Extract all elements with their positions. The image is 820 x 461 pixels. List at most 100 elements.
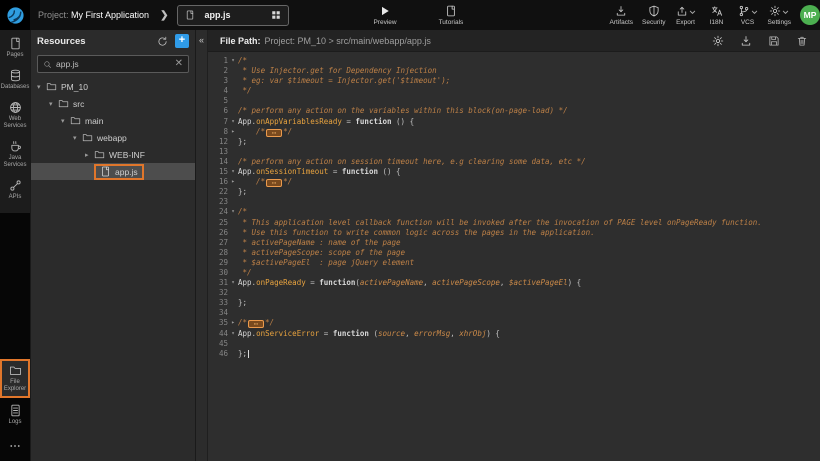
sidebar-item-apis[interactable]: APIs: [0, 179, 30, 201]
code-line[interactable]: 7▾App.onAppVariablesReady = function () …: [208, 117, 820, 127]
settings-button[interactable]: [712, 35, 724, 47]
code-line[interactable]: 3 * eg: var $timeout = Injector.get('$ti…: [208, 76, 820, 86]
resources-panel: Resources + ✕ ▾PM_10▾src▾main▾webapp▸WEB…: [30, 30, 195, 461]
fold-marker: [228, 228, 238, 238]
topbar-item-security[interactable]: Security: [642, 5, 665, 26]
code-token: $activePageEl: [509, 278, 568, 287]
line-number: 23: [208, 197, 228, 207]
tree-expand-icon[interactable]: ▾: [37, 83, 46, 91]
code-token: * Use this function to write common logi…: [238, 228, 595, 237]
folder-icon: [46, 81, 61, 92]
sidebar-item-web-services[interactable]: Web Services: [0, 101, 30, 130]
tutorials-button[interactable]: Tutorials: [439, 5, 464, 26]
code-line[interactable]: 28 * activePageScope: scope of the page: [208, 248, 820, 258]
avatar[interactable]: MP: [800, 5, 820, 25]
fold-marker[interactable]: ▸: [228, 318, 238, 328]
code-line[interactable]: 6/* perform any action on the variables …: [208, 106, 820, 116]
code-line[interactable]: 26 * Use this function to write common l…: [208, 228, 820, 238]
open-file-tab[interactable]: app.js: [177, 5, 289, 26]
code-token: ,: [423, 278, 432, 287]
topbar-item-vcs[interactable]: VCS: [737, 5, 759, 26]
fold-marker[interactable]: ▾: [228, 278, 238, 288]
code-token: (: [369, 329, 378, 338]
code-line[interactable]: 8▸ /*⋯*/: [208, 127, 820, 137]
web-icon: [9, 101, 22, 114]
code-line[interactable]: 32: [208, 288, 820, 298]
tree-item-src[interactable]: ▾src: [31, 95, 195, 112]
topbar-item-i18n[interactable]: I18N: [706, 5, 728, 26]
code-line[interactable]: 44▾App.onServiceError = function (source…: [208, 329, 820, 339]
code-line[interactable]: 5: [208, 96, 820, 106]
code-line[interactable]: 34: [208, 308, 820, 318]
sidebar-item-pages[interactable]: Pages: [0, 37, 30, 59]
tree-expand-icon[interactable]: ▾: [61, 117, 70, 125]
tree-item-web-inf[interactable]: ▸WEB-INF: [31, 146, 195, 163]
code-line[interactable]: 22};: [208, 187, 820, 197]
delete-button[interactable]: [796, 35, 808, 47]
fold-marker[interactable]: ▾: [228, 329, 238, 339]
sidebar-item-file-explorer[interactable]: File Explorer: [0, 359, 30, 398]
tree-item-main[interactable]: ▾main: [31, 112, 195, 129]
code-line[interactable]: 27 * activePageName : name of the page: [208, 238, 820, 248]
code-line[interactable]: 45: [208, 339, 820, 349]
code-editor[interactable]: 1▾/*2 * Use Injector.get for Dependency …: [208, 52, 820, 461]
editor-region: File Path: Project: PM_10 > src/main/web…: [208, 30, 820, 461]
code-line[interactable]: 24▾/*: [208, 207, 820, 217]
fold-marker[interactable]: ▾: [228, 117, 238, 127]
line-number: 33: [208, 298, 228, 308]
line-number: 1: [208, 56, 228, 66]
folded-code-chip[interactable]: ⋯: [266, 179, 282, 187]
code-line[interactable]: 23: [208, 197, 820, 207]
code-line[interactable]: 31▾App.onPageReady = function(activePage…: [208, 278, 820, 288]
folded-code-chip[interactable]: ⋯: [266, 129, 282, 137]
topbar-item-artifacts[interactable]: Artifacts: [610, 5, 633, 26]
collapse-panel-icon[interactable]: «: [196, 35, 207, 45]
code-line[interactable]: 12};: [208, 137, 820, 147]
fold-marker[interactable]: ▸: [228, 127, 238, 137]
tree-expand-icon[interactable]: ▾: [49, 100, 58, 108]
code-line[interactable]: 46};: [208, 349, 820, 359]
tree-item-webapp[interactable]: ▾webapp: [31, 129, 195, 146]
fold-marker[interactable]: ▾: [228, 167, 238, 177]
topbar-item-export[interactable]: Export: [675, 5, 697, 26]
preview-button[interactable]: Preview: [373, 5, 396, 26]
sidebar-item-databases[interactable]: Databases: [0, 69, 30, 91]
line-number: 6: [208, 106, 228, 116]
topbar-item-settings[interactable]: Settings: [768, 5, 792, 26]
tree-expand-icon[interactable]: ▾: [73, 134, 82, 142]
code-line[interactable]: 35▸/*⋯*/: [208, 318, 820, 328]
refresh-icon[interactable]: [157, 36, 168, 47]
add-resource-button[interactable]: +: [175, 34, 189, 48]
code-line[interactable]: 30 */: [208, 268, 820, 278]
code-line[interactable]: 16▸ /*⋯*/: [208, 177, 820, 187]
more-options-button[interactable]: [0, 436, 30, 456]
sidebar-item-logs[interactable]: Logs: [0, 404, 30, 426]
code-line[interactable]: 14/* perform any action on session timeo…: [208, 157, 820, 167]
fold-marker[interactable]: ▾: [228, 207, 238, 217]
code-line[interactable]: 25 * This application level callback fun…: [208, 218, 820, 228]
fold-marker[interactable]: ▾: [228, 56, 238, 66]
clear-search-icon[interactable]: ✕: [175, 59, 183, 69]
fold-marker: [228, 248, 238, 258]
download-button[interactable]: [740, 35, 752, 47]
save-button[interactable]: [768, 35, 780, 47]
search-input[interactable]: [56, 59, 175, 69]
play-icon: [379, 5, 391, 17]
code-line[interactable]: 13: [208, 147, 820, 157]
code-line[interactable]: 29 * $activePageEl : page jQuery element: [208, 258, 820, 268]
tree-expand-icon[interactable]: ▸: [85, 151, 94, 159]
grid-view-icon[interactable]: [271, 10, 281, 20]
code-line[interactable]: 1▾/*: [208, 56, 820, 66]
fold-marker[interactable]: ▸: [228, 177, 238, 187]
folded-code-chip[interactable]: ⋯: [248, 320, 264, 328]
code-line[interactable]: 33};: [208, 298, 820, 308]
code-line[interactable]: 15▾App.onSessionTimeout = function () {: [208, 167, 820, 177]
sidebar-item-java-services[interactable]: Java Services: [0, 140, 30, 169]
tree-item-app-js[interactable]: app.js: [31, 163, 195, 180]
code-line[interactable]: 4 */: [208, 86, 820, 96]
tree-item-pm-10[interactable]: ▾PM_10: [31, 78, 195, 95]
line-number: 14: [208, 157, 228, 167]
tutorials-label: Tutorials: [439, 19, 464, 26]
code-line[interactable]: 2 * Use Injector.get for Dependency Inje…: [208, 66, 820, 76]
app-logo[interactable]: [0, 0, 30, 30]
